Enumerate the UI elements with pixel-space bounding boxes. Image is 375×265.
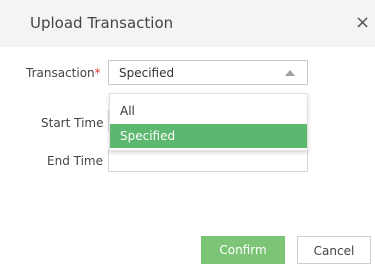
transaction-select-value: Specified bbox=[119, 66, 175, 80]
transaction-label: Transaction* bbox=[26, 66, 101, 80]
start-time-label: Start Time bbox=[41, 116, 104, 130]
end-time-input[interactable] bbox=[108, 150, 308, 172]
transaction-dropdown-list: All Specified bbox=[109, 93, 308, 151]
dialog-header: Upload Transaction × bbox=[0, 0, 375, 47]
dropdown-option-specified[interactable]: Specified bbox=[110, 124, 307, 148]
dropdown-option-all[interactable]: All bbox=[110, 99, 307, 123]
transaction-select[interactable]: Specified bbox=[108, 60, 308, 85]
upload-transaction-dialog: Upload Transaction × Transaction* Specif… bbox=[0, 0, 375, 264]
close-icon[interactable]: × bbox=[355, 14, 371, 32]
end-time-label: End Time bbox=[47, 154, 103, 168]
transaction-label-text: Transaction bbox=[26, 66, 95, 80]
cancel-button[interactable]: Cancel bbox=[297, 236, 371, 264]
caret-up-icon bbox=[285, 70, 295, 76]
confirm-button[interactable]: Confirm bbox=[201, 236, 285, 264]
dialog-title: Upload Transaction bbox=[30, 14, 174, 32]
required-mark: * bbox=[94, 66, 101, 80]
